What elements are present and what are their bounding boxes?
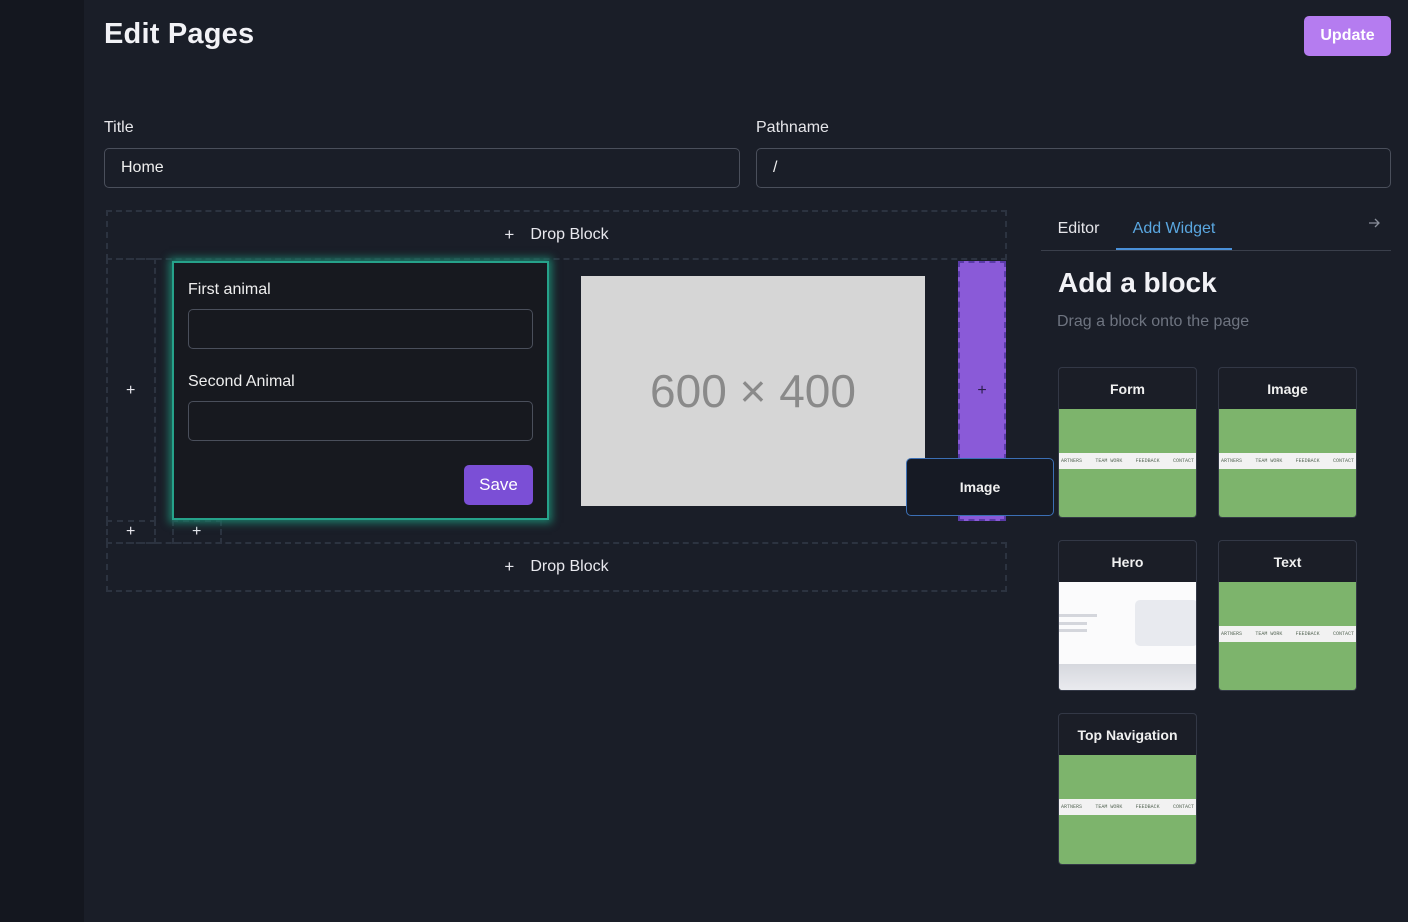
- plus-icon: +: [504, 557, 515, 576]
- title-input[interactable]: [104, 148, 740, 188]
- left-rail: [0, 0, 84, 922]
- sidebar-tabs: Editor Add Widget: [1041, 210, 1391, 251]
- widget-card-top-navigation[interactable]: Top Navigation ARTNERS TEAM WORK FEEDBAC…: [1058, 713, 1197, 865]
- widget-thumbnail: ARTNERS TEAM WORK FEEDBACK CONTACT: [1059, 409, 1196, 517]
- plus-icon[interactable]: +: [192, 523, 201, 541]
- title-label: Title: [104, 119, 134, 136]
- thumb-nav-item: ARTNERS: [1221, 458, 1243, 464]
- drop-block-top[interactable]: + Drop Block: [106, 210, 1007, 260]
- widget-thumbnail: ARTNERS TEAM WORK FEEDBACK CONTACT: [1219, 582, 1356, 690]
- widget-thumbnail: [1059, 582, 1196, 690]
- widget-card-title: Text: [1273, 553, 1302, 570]
- header-band: [84, 0, 1408, 86]
- widget-card-hero[interactable]: Hero: [1058, 540, 1197, 691]
- thumb-nav-item: TEAM WORK: [1095, 804, 1123, 810]
- drop-block-label: Drop Block: [530, 558, 609, 575]
- widget-card-text[interactable]: Text ARTNERS TEAM WORK FEEDBACK CONTACT: [1218, 540, 1357, 691]
- second-animal-label: Second Animal: [188, 373, 295, 390]
- drop-block-label: Drop Block: [530, 226, 609, 243]
- thumb-nav-item: TEAM WORK: [1095, 458, 1123, 464]
- plus-icon: +: [977, 382, 987, 399]
- widget-card-title: Image: [1267, 380, 1308, 397]
- widget-card-title: Form: [1110, 380, 1145, 397]
- image-placeholder-text: 600 × 400: [650, 365, 856, 417]
- thumb-nav-item: CONTACT: [1332, 458, 1354, 464]
- second-animal-input[interactable]: [188, 401, 533, 441]
- page-title: Edit Pages: [104, 18, 255, 50]
- widget-thumbnail: ARTNERS TEAM WORK FEEDBACK CONTACT: [1219, 409, 1356, 517]
- plus-icon: +: [504, 225, 515, 244]
- update-button[interactable]: Update: [1304, 16, 1391, 56]
- thumb-nav-item: ARTNERS: [1061, 804, 1083, 810]
- plus-icon[interactable]: +: [126, 523, 135, 541]
- drop-block-bottom[interactable]: + Drop Block: [106, 542, 1007, 592]
- arrow-right-icon[interactable]: [1367, 216, 1381, 234]
- thumb-nav-item: CONTACT: [1172, 458, 1194, 464]
- tab-add-widget[interactable]: Add Widget: [1116, 210, 1232, 250]
- first-animal-label: First animal: [188, 281, 271, 298]
- plus-icon[interactable]: +: [126, 382, 135, 400]
- thumb-nav-item: TEAM WORK: [1255, 458, 1283, 464]
- panel-title: Add a block: [1058, 267, 1217, 298]
- widget-card-image[interactable]: Image ARTNERS TEAM WORK FEEDBACK CONTACT: [1218, 367, 1357, 518]
- tab-editor[interactable]: Editor: [1041, 210, 1116, 248]
- drag-preview-image[interactable]: Image: [906, 458, 1054, 516]
- thumb-nav-item: TEAM WORK: [1255, 631, 1283, 637]
- pathname-input[interactable]: [756, 148, 1391, 188]
- first-animal-input[interactable]: [188, 309, 533, 349]
- thumb-nav-item: CONTACT: [1172, 804, 1194, 810]
- thumb-nav-item: CONTACT: [1332, 631, 1354, 637]
- thumb-nav-item: FEEDBACK: [1135, 804, 1160, 810]
- widget-thumbnail: ARTNERS TEAM WORK FEEDBACK CONTACT: [1059, 755, 1196, 864]
- panel-subtitle: Drag a block onto the page: [1057, 313, 1250, 330]
- form-block[interactable]: First animal Second Animal Save: [172, 261, 549, 520]
- widget-card-title: Top Navigation: [1077, 726, 1178, 743]
- pathname-label: Pathname: [756, 119, 829, 136]
- widget-card-title: Hero: [1111, 553, 1144, 570]
- save-button[interactable]: Save: [464, 465, 533, 505]
- thumb-nav-item: ARTNERS: [1061, 458, 1083, 464]
- thumb-nav-item: ARTNERS: [1221, 631, 1243, 637]
- thumb-nav-item: FEEDBACK: [1135, 458, 1160, 464]
- image-block[interactable]: 600 × 400: [581, 276, 925, 506]
- widget-card-form[interactable]: Form ARTNERS TEAM WORK FEEDBACK CONTACT: [1058, 367, 1197, 518]
- thumb-nav-item: FEEDBACK: [1295, 631, 1320, 637]
- thumb-nav-item: FEEDBACK: [1295, 458, 1320, 464]
